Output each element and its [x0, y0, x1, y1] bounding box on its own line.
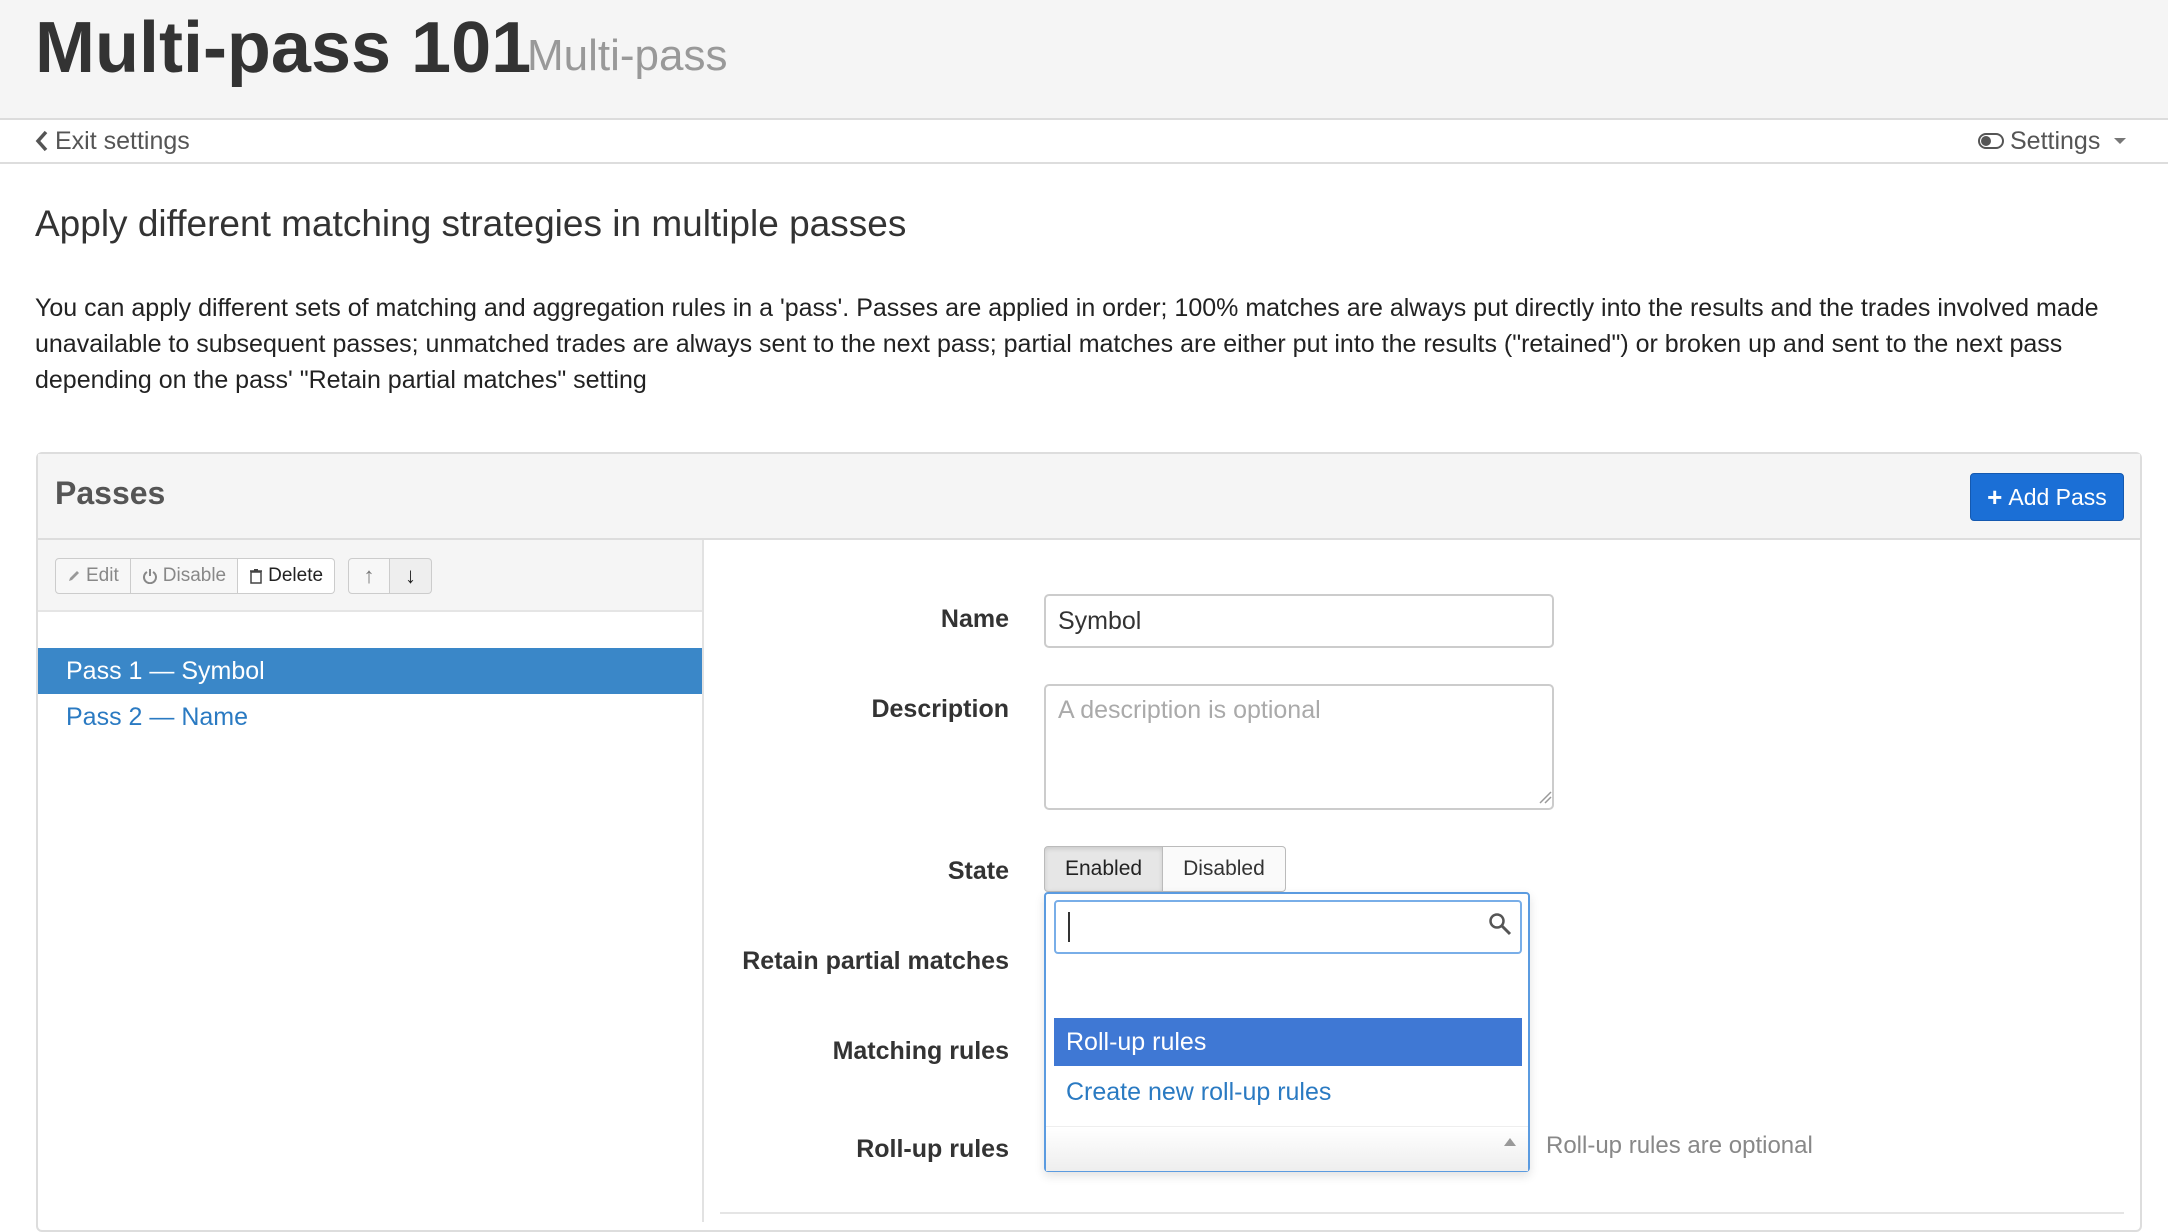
plus-icon: + [1987, 481, 2003, 512]
state-disabled-button[interactable]: Disabled [1163, 846, 1286, 892]
delete-label: Delete [268, 565, 324, 586]
pass-list-item[interactable]: Pass 2 — Name [38, 694, 702, 740]
panel-heading [38, 454, 2140, 540]
trash-icon [250, 569, 263, 584]
arrow-up-icon: ↑ [363, 563, 375, 588]
exit-settings-link[interactable]: Exit settings [35, 126, 190, 156]
edit-button[interactable]: Edit [55, 558, 131, 594]
divider [720, 1212, 2124, 1214]
dropdown-search-input[interactable] [1054, 900, 1522, 954]
resize-grip-icon[interactable] [1538, 790, 1552, 804]
toggle-icon [1978, 133, 2004, 149]
disable-button[interactable]: Disable [130, 558, 239, 594]
retain-partial-label: Retain partial matches [742, 947, 1009, 975]
edit-label: Edit [86, 565, 119, 586]
pencil-icon [69, 571, 79, 581]
add-pass-button[interactable]: + Add Pass [1970, 473, 2124, 521]
state-label: State [947, 857, 1009, 885]
state-enabled-button[interactable]: Enabled [1044, 846, 1164, 892]
panel-title: Passes [55, 475, 166, 511]
power-icon [142, 569, 157, 584]
rollup-hint: Roll-up rules are optional [1546, 1132, 1813, 1159]
disable-label: Disable [162, 565, 227, 586]
search-icon [1489, 913, 1512, 936]
caret-down-icon [2114, 138, 2127, 144]
text-cursor [1068, 912, 1070, 942]
matching-rules-label: Matching rules [832, 1037, 1009, 1065]
name-input[interactable] [1044, 594, 1554, 648]
description-textarea[interactable]: A description is optional [1044, 684, 1554, 810]
settings-dropdown[interactable]: Settings [1978, 126, 2127, 156]
rollup-select-box[interactable] [1046, 1126, 1528, 1171]
create-rollup-rules-link[interactable]: Create new roll-up rules [1066, 1074, 1331, 1110]
move-up-button[interactable]: ↑ [348, 558, 390, 594]
intro-text: You can apply different sets of matching… [35, 294, 2099, 394]
settings-label: Settings [2010, 127, 2101, 155]
delete-button[interactable]: Delete [238, 558, 336, 594]
name-label: Name [940, 605, 1009, 633]
dropdown-option-rollup-rules[interactable]: Roll-up rules [1054, 1018, 1522, 1066]
section-heading: Apply different matching strategies in m… [35, 203, 907, 244]
rollup-rules-label: Roll-up rules [856, 1135, 1009, 1163]
page-subtitle: Multi-pass [527, 31, 728, 80]
arrow-down-icon: ↓ [405, 563, 416, 588]
subnav-bar [0, 120, 2168, 164]
page-title: Multi-pass 101 [35, 8, 532, 88]
state-toggle-group: Enabled Disabled [1044, 846, 1286, 892]
description-label: Description [871, 695, 1009, 723]
pass-list-item[interactable]: Pass 1 — Symbol [38, 648, 702, 694]
move-down-button[interactable]: ↓ [390, 558, 432, 594]
pass-list-column [38, 540, 704, 1222]
exit-settings-label: Exit settings [55, 127, 190, 155]
caret-up-icon [1504, 1138, 1516, 1146]
reorder-group: ↑ ↓ [348, 558, 432, 594]
pass-action-group: Edit Disable Delete [55, 558, 336, 594]
add-pass-label: Add Pass [2008, 483, 2107, 510]
chevron-left-icon [35, 130, 48, 152]
